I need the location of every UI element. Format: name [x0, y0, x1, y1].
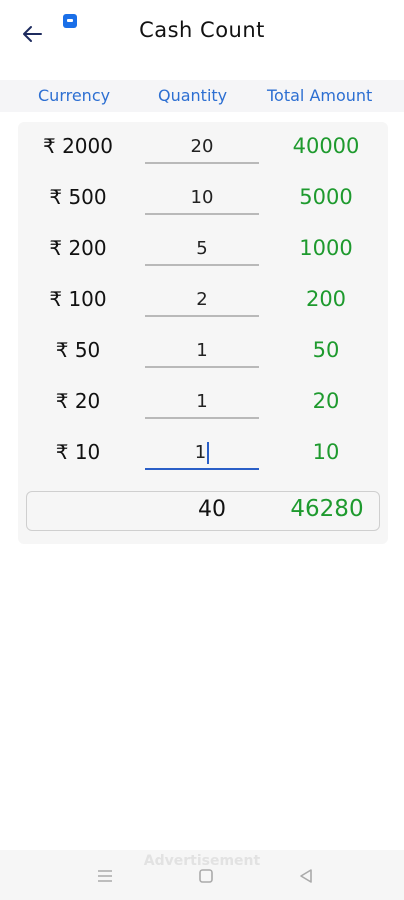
denomination-row: ₹ 10 1 10	[18, 428, 388, 479]
quantity-input[interactable]: 20	[145, 132, 259, 164]
grand-total-amount: 46280	[290, 496, 364, 522]
currency-label: ₹ 200	[49, 236, 107, 260]
app-header: Cash Count	[0, 0, 404, 78]
row-amount: 50	[312, 338, 340, 362]
quantity-input[interactable]: 5	[145, 234, 259, 266]
denomination-row: ₹ 2000 20 40000	[18, 122, 388, 173]
quantity-input[interactable]: 2	[145, 285, 259, 317]
quantity-value: 1	[194, 442, 207, 463]
currency-label: ₹ 20	[55, 389, 101, 413]
menu-icon-glyph	[98, 870, 112, 882]
row-amount: 20	[312, 389, 340, 413]
home-icon-glyph	[199, 869, 213, 883]
quantity-input[interactable]: 10	[145, 183, 259, 215]
menu-icon[interactable]	[95, 866, 115, 886]
row-amount: 200	[305, 287, 347, 311]
currency-label: ₹ 2000	[43, 134, 113, 158]
currency-label: ₹ 100	[49, 287, 107, 311]
currency-label: ₹ 50	[55, 338, 101, 362]
back-triangle-icon[interactable]	[296, 866, 316, 886]
row-amount: 10	[312, 440, 340, 464]
totals-box: 40 46280	[26, 491, 380, 531]
row-amount: 1000	[299, 236, 353, 260]
total-quantity: 40	[198, 497, 226, 522]
denomination-row: ₹ 20 1 20	[18, 377, 388, 428]
denomination-row: ₹ 50 1 50	[18, 326, 388, 377]
cash-count-card: ₹ 2000 20 40000 ₹ 500 10 5000 ₹ 200 5 10…	[18, 122, 388, 544]
quantity-input[interactable]: 1	[145, 387, 259, 419]
text-caret	[207, 442, 210, 464]
denomination-row: ₹ 100 2 200	[18, 275, 388, 326]
row-amount: 5000	[299, 185, 353, 209]
page-title: Cash Count	[139, 18, 265, 42]
quantity-input-focused[interactable]: 1	[145, 438, 259, 470]
column-header-bar: Currency Quantity Total Amount	[0, 80, 404, 112]
currency-label: ₹ 500	[49, 185, 107, 209]
quantity-column-header: Quantity	[158, 86, 228, 105]
back-triangle-icon-glyph	[300, 869, 312, 883]
quantity-input[interactable]: 1	[145, 336, 259, 368]
row-amount: 40000	[292, 134, 360, 158]
home-icon[interactable]	[196, 866, 216, 886]
currency-column-header: Currency	[38, 86, 111, 105]
ad-banner: Advertisement	[0, 850, 404, 900]
total-amount-column-header: Total Amount	[267, 86, 373, 105]
denomination-row: ₹ 500 10 5000	[18, 173, 388, 224]
denomination-row: ₹ 200 5 1000	[18, 224, 388, 275]
currency-label: ₹ 10	[55, 440, 101, 464]
